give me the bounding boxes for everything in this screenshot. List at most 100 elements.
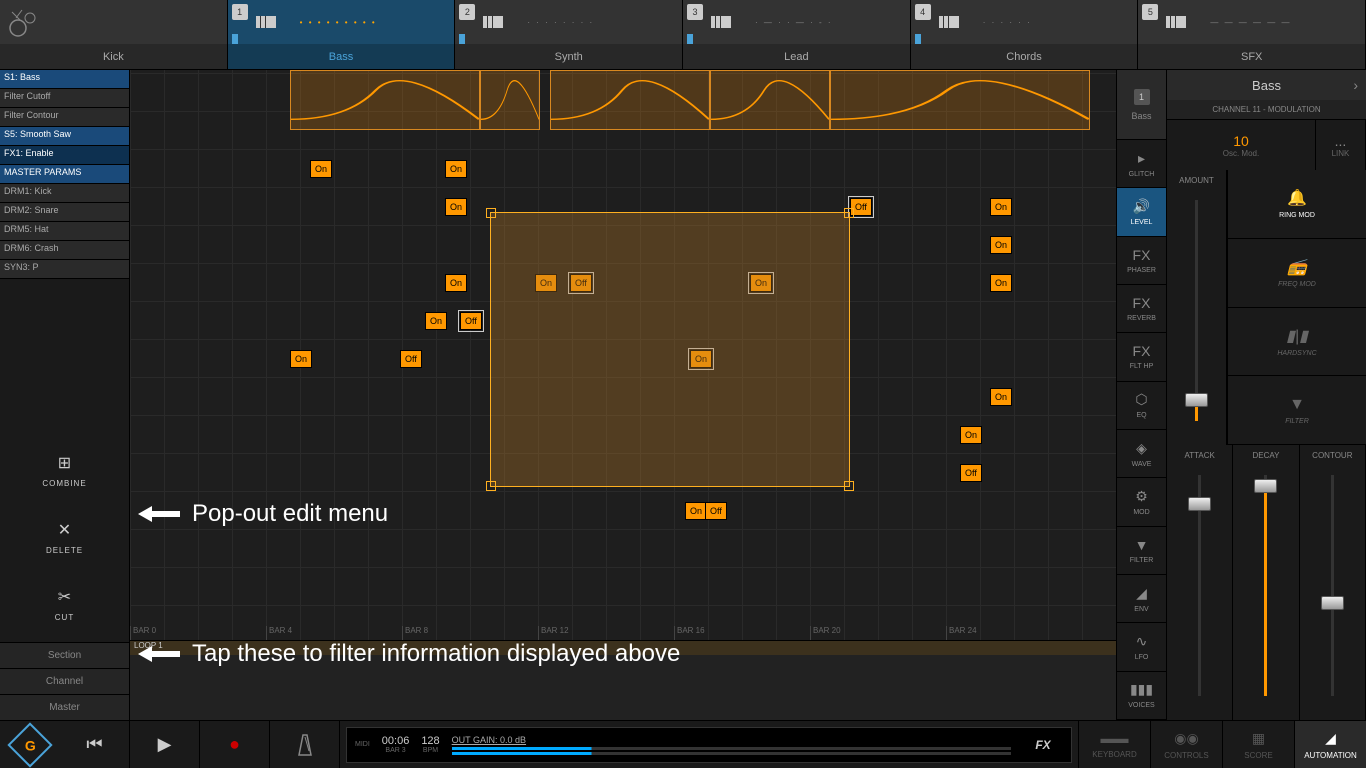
- channel-subtitle: CHANNEL 11 - MODULATION: [1167, 100, 1366, 120]
- cut-icon: ✂: [53, 585, 77, 609]
- fx-wave[interactable]: ◈WAVE: [1117, 430, 1166, 478]
- fx-level[interactable]: 🔊LEVEL: [1117, 188, 1166, 236]
- track-tab-label: Bass: [228, 44, 455, 69]
- modulation-panel: Bass› CHANNEL 11 - MODULATION 10Osc. Mod…: [1166, 70, 1366, 720]
- fx-mod[interactable]: ⚙MOD: [1117, 478, 1166, 526]
- attack-label: ATTACK: [1184, 445, 1214, 465]
- arrow-left-icon: [130, 506, 180, 522]
- mode-score[interactable]: ▦SCORE: [1222, 721, 1294, 768]
- automation-event[interactable]: On: [445, 198, 467, 216]
- fx-glitch[interactable]: ▸GLITCH: [1117, 140, 1166, 188]
- track-tab-bass[interactable]: 1• • • • • • • • • Bass: [228, 0, 456, 69]
- automation-event[interactable]: Off: [705, 502, 727, 520]
- automation-grid[interactable]: OnOnOnOffOnOnOnOnOffOnOnOnOffOnOffOnOnOn…: [130, 70, 1116, 720]
- fx-icon: 🔊: [1133, 198, 1150, 215]
- mod-freq-mod[interactable]: 📻FREQ MOD: [1228, 239, 1366, 308]
- mode-keyboard[interactable]: ▬▬KEYBOARD: [1078, 721, 1150, 768]
- combine-button[interactable]: ⊞COMBINE: [42, 451, 86, 488]
- automation-event[interactable]: On: [445, 160, 467, 178]
- edit-menu: ⊞COMBINE ✕DELETE ✂CUT: [0, 441, 129, 632]
- mode-automation[interactable]: ◢AUTOMATION: [1294, 721, 1366, 768]
- lane-label[interactable]: S1: Bass: [0, 70, 129, 89]
- lane-label[interactable]: MASTER PARAMS: [0, 165, 129, 184]
- delete-button[interactable]: ✕DELETE: [46, 518, 83, 555]
- record-button[interactable]: ●: [200, 721, 270, 768]
- cut-button[interactable]: ✂CUT: [53, 585, 77, 622]
- automation-event[interactable]: On: [310, 160, 332, 178]
- fx-phaser[interactable]: FXPHASER: [1117, 237, 1166, 285]
- automation-event[interactable]: Off: [460, 312, 482, 330]
- automation-curve-block[interactable]: [710, 70, 830, 130]
- automation-event[interactable]: Off: [400, 350, 422, 368]
- channel-title[interactable]: Bass›: [1167, 70, 1366, 100]
- metronome-button[interactable]: [270, 721, 340, 768]
- track-tab-synth[interactable]: 2· · · · · · · · Synth: [455, 0, 683, 69]
- rewind-button[interactable]: ⏮: [60, 721, 130, 768]
- filter-channel-button[interactable]: Channel: [0, 668, 129, 694]
- mod-filter[interactable]: ▼FILTER: [1228, 376, 1366, 445]
- fx-button[interactable]: FX: [1023, 738, 1063, 752]
- fx-eq[interactable]: ⬡EQ: [1117, 382, 1166, 430]
- track-tab-chords[interactable]: 4· · · · · · Chords: [911, 0, 1139, 69]
- fx-strip-header[interactable]: 1 Bass: [1117, 70, 1166, 140]
- mod-icon: 📻: [1287, 257, 1307, 277]
- piano-icon: [256, 16, 276, 28]
- selection-box[interactable]: [490, 212, 850, 487]
- track-tab-sfx[interactable]: 5— — — — — — SFX: [1138, 0, 1366, 69]
- mode-controls[interactable]: ◉◉CONTROLS: [1150, 721, 1222, 768]
- lane-label[interactable]: FX1: Enable: [0, 146, 129, 165]
- fx-lfo[interactable]: ∿LFO: [1117, 623, 1166, 671]
- fx-flt-hp[interactable]: FXFLT HP: [1117, 333, 1166, 381]
- fx-reverb[interactable]: FXREVERB: [1117, 285, 1166, 333]
- play-button[interactable]: ▶: [130, 721, 200, 768]
- automation-event[interactable]: On: [990, 198, 1012, 216]
- contour-slider[interactable]: [1300, 465, 1365, 720]
- decay-slider[interactable]: [1233, 465, 1298, 720]
- automation-event[interactable]: On: [290, 350, 312, 368]
- lane-label[interactable]: Filter Cutoff: [0, 89, 129, 108]
- link-button[interactable]: ...LINK: [1316, 120, 1366, 170]
- automation-event[interactable]: Off: [960, 464, 982, 482]
- track-tab-kick[interactable]: Kick: [0, 0, 228, 69]
- automation-curve-block[interactable]: [830, 70, 1090, 130]
- bpm-display[interactable]: 128BPM: [421, 735, 439, 754]
- lane-label[interactable]: DRM5: Hat: [0, 222, 129, 241]
- fx-env[interactable]: ◢ENV: [1117, 575, 1166, 623]
- attack-slider[interactable]: [1167, 465, 1232, 720]
- amount-slider[interactable]: [1167, 190, 1226, 445]
- app-logo-button[interactable]: G: [0, 721, 60, 768]
- automation-curve-block[interactable]: [290, 70, 480, 130]
- automation-event[interactable]: On: [990, 274, 1012, 292]
- automation-event[interactable]: On: [990, 236, 1012, 254]
- filter-section-button[interactable]: Section: [0, 642, 129, 668]
- bar-tick: BAR 4: [266, 626, 402, 640]
- lane-label[interactable]: DRM6: Crash: [0, 241, 129, 260]
- fx-voices[interactable]: ▮▮▮VOICES: [1117, 672, 1166, 720]
- track-tab-lead[interactable]: 3· — · · — · - · Lead: [683, 0, 911, 69]
- lane-label[interactable]: DRM1: Kick: [0, 184, 129, 203]
- lane-label[interactable]: Filter Contour: [0, 108, 129, 127]
- fx-icon: ◈: [1136, 440, 1147, 457]
- track-tab-label: Lead: [683, 44, 910, 69]
- lane-label[interactable]: DRM2: Snare: [0, 203, 129, 222]
- filter-master-button[interactable]: Master: [0, 694, 129, 720]
- automation-event[interactable]: On: [445, 274, 467, 292]
- automation-event[interactable]: On: [960, 426, 982, 444]
- automation-curve-block[interactable]: [550, 70, 710, 130]
- time-display[interactable]: 00:06BAR 3: [382, 735, 410, 754]
- lane-label[interactable]: S5: Smooth Saw: [0, 127, 129, 146]
- lane-label[interactable]: SYN3: P: [0, 260, 129, 279]
- mod-hardsync[interactable]: ▮|▮HARDSYNC: [1228, 308, 1366, 377]
- bar-ruler: BAR 0BAR 4BAR 8BAR 12BAR 16BAR 20BAR 24: [130, 626, 1116, 640]
- fx-filter[interactable]: ▼FILTER: [1117, 527, 1166, 575]
- output-meter: OUT GAIN: 0.0 dB: [452, 735, 1011, 755]
- automation-event[interactable]: On: [990, 388, 1012, 406]
- contour-label: CONTOUR: [1312, 445, 1352, 465]
- automation-curve-block[interactable]: [480, 70, 540, 130]
- osc-mod-value[interactable]: 10Osc. Mod.: [1167, 120, 1316, 170]
- fx-icon: ⬡: [1135, 391, 1147, 408]
- automation-event[interactable]: On: [425, 312, 447, 330]
- out-gain-label[interactable]: OUT GAIN: 0.0 dB: [452, 735, 1011, 745]
- automation-event[interactable]: On: [685, 502, 707, 520]
- mod-ring-mod[interactable]: 🔔RING MOD: [1228, 170, 1366, 239]
